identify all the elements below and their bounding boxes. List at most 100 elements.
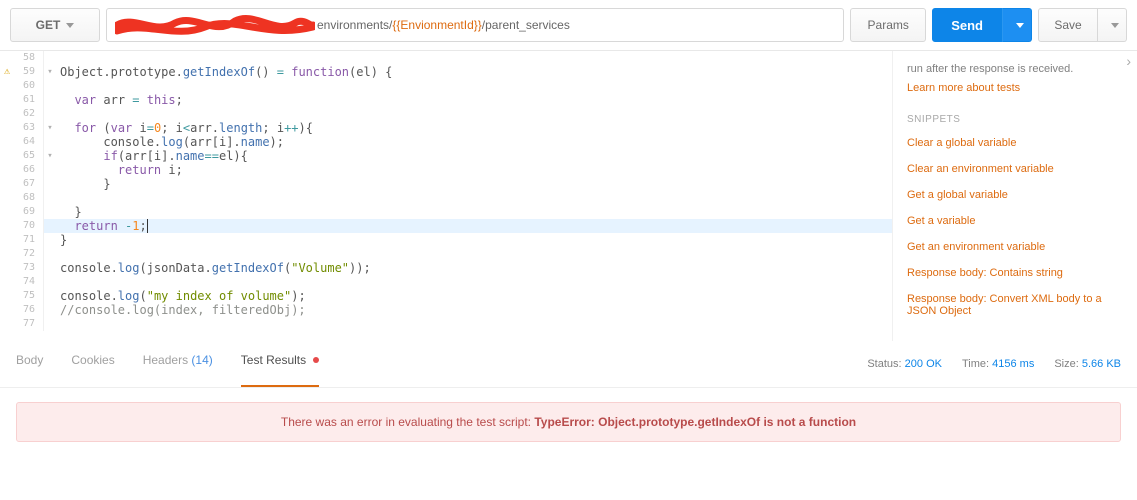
line-number: 76 [0, 303, 44, 317]
method-dropdown[interactable]: GET [10, 8, 100, 42]
code-line[interactable]: 77 [0, 317, 892, 331]
fold-icon [44, 233, 56, 247]
code-line[interactable]: 58 [0, 51, 892, 65]
code-line[interactable]: 74 [0, 275, 892, 289]
chevron-down-icon [1016, 23, 1024, 28]
fold-icon [44, 191, 56, 205]
fold-icon [44, 205, 56, 219]
snippet-link[interactable]: Get an environment variable [907, 241, 1123, 253]
snippets-sidebar: › run after the response is received. Le… [892, 51, 1137, 341]
code-content: console.log(jsonData.getIndexOf("Volume"… [56, 261, 371, 275]
line-number: 60 [0, 79, 44, 93]
error-dot-icon [313, 357, 319, 363]
send-dropdown[interactable] [1002, 8, 1032, 42]
line-number: 72 [0, 247, 44, 261]
line-number: 77 [0, 317, 44, 331]
test-script-editor[interactable]: 5859▾Object.prototype.getIndexOf() = fun… [0, 51, 892, 341]
save-group: Save [1038, 8, 1127, 42]
tab-headers[interactable]: Headers (14) [143, 353, 213, 375]
snippet-link[interactable]: Get a global variable [907, 189, 1123, 201]
code-content [56, 79, 60, 93]
line-number: 63 [0, 121, 44, 135]
code-content [56, 317, 60, 331]
code-line[interactable]: 64 console.log(arr[i].name); [0, 135, 892, 149]
status-label: Status: 200 OK [867, 358, 942, 370]
line-number: 70 [0, 219, 44, 233]
send-button[interactable]: Send [932, 8, 1002, 42]
response-tabs-row: Body Cookies Headers (14) Test Results S… [0, 341, 1137, 388]
tab-cookies[interactable]: Cookies [71, 353, 114, 375]
snippet-link[interactable]: Clear an environment variable [907, 163, 1123, 175]
code-content [56, 51, 60, 65]
fold-icon [44, 177, 56, 191]
request-toolbar: GET environments/{{EnvionmentId}}/parent… [0, 0, 1137, 50]
code-line[interactable]: 76 //console.log(index, filteredObj); [0, 303, 892, 317]
code-line[interactable]: 72 [0, 247, 892, 261]
tab-body[interactable]: Body [16, 353, 43, 375]
fold-icon [44, 163, 56, 177]
code-content [56, 107, 60, 121]
main-panel: 5859▾Object.prototype.getIndexOf() = fun… [0, 50, 1137, 341]
save-button[interactable]: Save [1038, 8, 1098, 42]
code-line[interactable]: 71} [0, 233, 892, 247]
fold-icon[interactable]: ▾ [44, 121, 56, 135]
fold-icon [44, 79, 56, 93]
fold-icon [44, 93, 56, 107]
size-label: Size: 5.66 KB [1054, 358, 1121, 370]
line-number: 67 [0, 177, 44, 191]
code-line[interactable]: 62 [0, 107, 892, 121]
line-number: 66 [0, 163, 44, 177]
line-number: 71 [0, 233, 44, 247]
url-text: environments/{{EnvionmentId}}/parent_ser… [317, 18, 570, 32]
fold-icon [44, 275, 56, 289]
code-content: } [56, 233, 67, 247]
code-content: return i; [56, 163, 183, 177]
snippet-link[interactable]: Response body: Convert XML body to a JSO… [907, 293, 1123, 317]
snippets-heading: SNIPPETS [907, 114, 1123, 125]
snippet-link[interactable]: Clear a global variable [907, 137, 1123, 149]
fold-icon[interactable]: ▾ [44, 149, 56, 163]
code-line[interactable]: 60 [0, 79, 892, 93]
code-line[interactable]: 59▾Object.prototype.getIndexOf() = funct… [0, 65, 892, 79]
test-error-banner: There was an error in evaluating the tes… [16, 402, 1121, 442]
params-button[interactable]: Params [850, 8, 926, 42]
line-number: 74 [0, 275, 44, 289]
code-content: } [56, 177, 111, 191]
line-number: 75 [0, 289, 44, 303]
line-number: 58 [0, 51, 44, 65]
url-input[interactable]: environments/{{EnvionmentId}}/parent_ser… [106, 8, 844, 42]
code-content: if(arr[i].name==el){ [56, 149, 248, 163]
code-line[interactable]: 61 var arr = this; [0, 93, 892, 107]
code-line[interactable]: 68 [0, 191, 892, 205]
code-line[interactable]: 66 return i; [0, 163, 892, 177]
code-content [56, 275, 60, 289]
fold-icon [44, 135, 56, 149]
send-group: Send [932, 8, 1032, 42]
learn-more-link[interactable]: Learn more about tests [907, 82, 1123, 94]
code-content: console.log("my index of volume"); [56, 289, 306, 303]
close-sidebar-icon[interactable]: › [1126, 53, 1131, 69]
chevron-down-icon [1111, 23, 1119, 28]
save-dropdown[interactable] [1098, 8, 1127, 42]
tab-test-results[interactable]: Test Results [241, 353, 320, 375]
fold-icon [44, 247, 56, 261]
redaction-scribble [115, 13, 315, 37]
code-line[interactable]: 67 } [0, 177, 892, 191]
fold-icon[interactable]: ▾ [44, 65, 56, 79]
line-number: 68 [0, 191, 44, 205]
code-line[interactable]: 70 return -1; [0, 219, 892, 233]
snippet-link[interactable]: Get a variable [907, 215, 1123, 227]
code-line[interactable]: 65▾ if(arr[i].name==el){ [0, 149, 892, 163]
code-line[interactable]: 69 } [0, 205, 892, 219]
line-number: 64 [0, 135, 44, 149]
snippet-link[interactable]: Response body: Contains string [907, 267, 1123, 279]
fold-icon [44, 303, 56, 317]
code-content: for (var i=0; i<arr.length; i++){ [56, 121, 313, 135]
code-content: console.log(arr[i].name); [56, 135, 284, 149]
code-line[interactable]: 63▾ for (var i=0; i<arr.length; i++){ [0, 121, 892, 135]
fold-icon [44, 107, 56, 121]
code-content: //console.log(index, filteredObj); [56, 303, 306, 317]
fold-icon [44, 317, 56, 331]
code-line[interactable]: 73console.log(jsonData.getIndexOf("Volum… [0, 261, 892, 275]
code-line[interactable]: 75 console.log("my index of volume"); [0, 289, 892, 303]
